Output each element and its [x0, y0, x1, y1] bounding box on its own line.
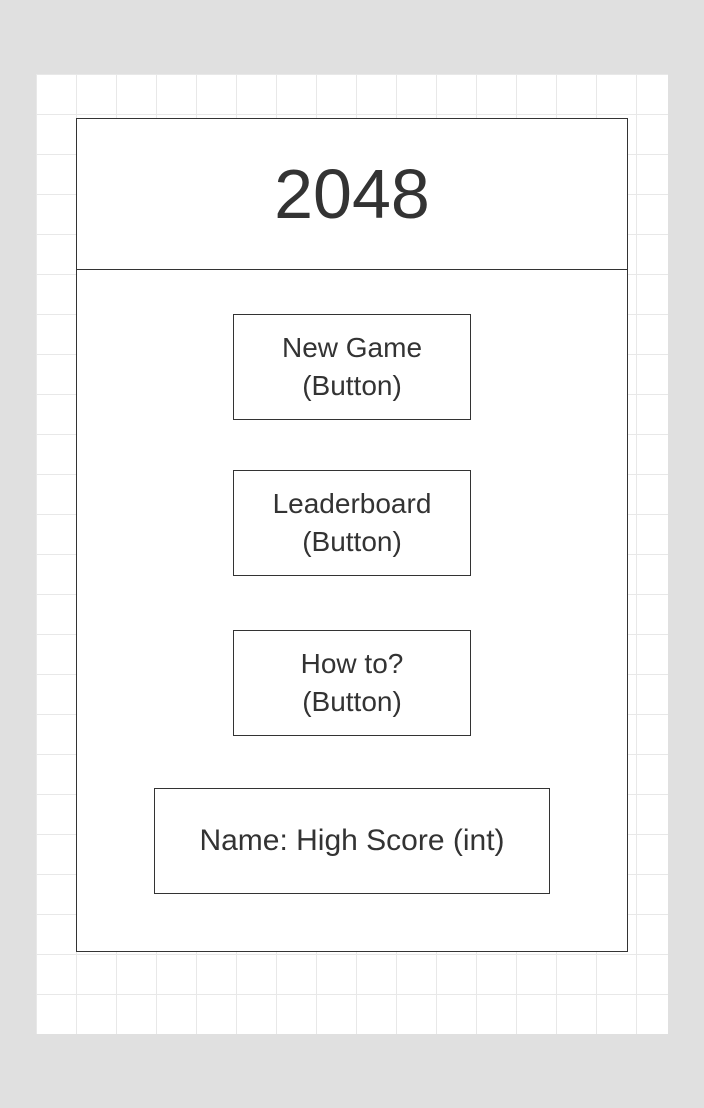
how-to-button[interactable]: How to? (Button)	[233, 630, 471, 736]
new-game-button-label-1: New Game	[282, 329, 422, 367]
leaderboard-button-label-1: Leaderboard	[273, 485, 432, 523]
new-game-button[interactable]: New Game (Button)	[233, 314, 471, 420]
leaderboard-button[interactable]: Leaderboard (Button)	[233, 470, 471, 576]
how-to-button-label-2: (Button)	[302, 683, 402, 721]
how-to-button-label-1: How to?	[301, 645, 404, 683]
device-frame: 2048 New Game (Button) Leaderboard (Butt…	[12, 18, 692, 1090]
new-game-button-label-2: (Button)	[302, 367, 402, 405]
leaderboard-button-label-2: (Button)	[302, 523, 402, 561]
high-score-box: Name: High Score (int)	[154, 788, 550, 894]
high-score-label: Name: High Score (int)	[199, 824, 504, 858]
screen: 2048 New Game (Button) Leaderboard (Butt…	[36, 74, 668, 1034]
title-box: 2048	[76, 118, 628, 270]
menu-container: New Game (Button) Leaderboard (Button) H…	[76, 269, 628, 952]
game-title: 2048	[274, 154, 430, 234]
